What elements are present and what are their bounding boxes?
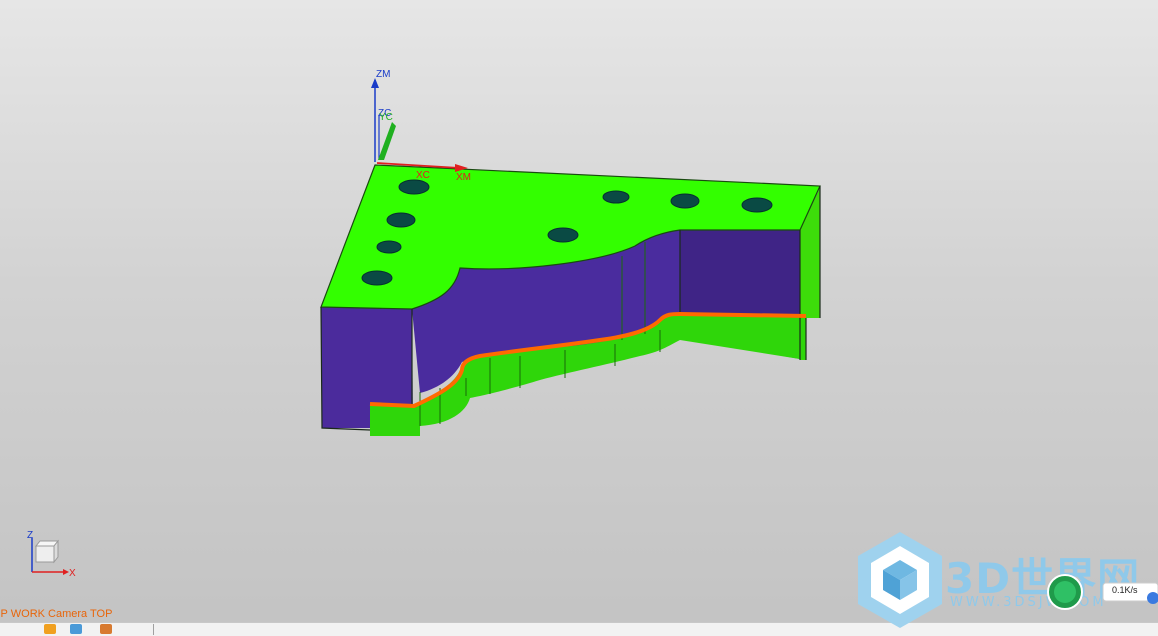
hole — [670, 193, 700, 209]
view-triad[interactable] — [31, 538, 69, 575]
yc-axis-icon — [378, 122, 396, 160]
xc-label: XC — [416, 170, 430, 181]
hole — [398, 179, 430, 195]
toolbar-folder-icon[interactable] — [44, 624, 56, 634]
hole — [361, 270, 393, 286]
hole — [741, 197, 773, 213]
yc-label: YC — [379, 112, 393, 123]
view-status-label: OP WORK Camera TOP — [0, 608, 113, 620]
zm-label: ZM — [376, 69, 390, 80]
toolbar-sketch-icon[interactable] — [100, 624, 112, 634]
network-speed-readout: 0.1K/s — [1110, 585, 1140, 595]
triad-z-label: Z — [27, 530, 33, 541]
toolbar-separator — [153, 624, 154, 635]
triad-x-label: X — [69, 568, 76, 579]
triad-cube-icon — [35, 545, 55, 563]
hole — [602, 190, 630, 204]
network-monitor-widget[interactable] — [1043, 573, 1158, 611]
view-status-text: OP WORK Camera TOP — [0, 606, 112, 622]
hole — [386, 212, 416, 228]
hole — [547, 227, 579, 243]
wcs-csys[interactable] — [371, 78, 468, 172]
toolbar-cube-icon[interactable] — [70, 624, 82, 634]
xm-label: XM — [456, 172, 471, 183]
hole — [376, 240, 402, 254]
